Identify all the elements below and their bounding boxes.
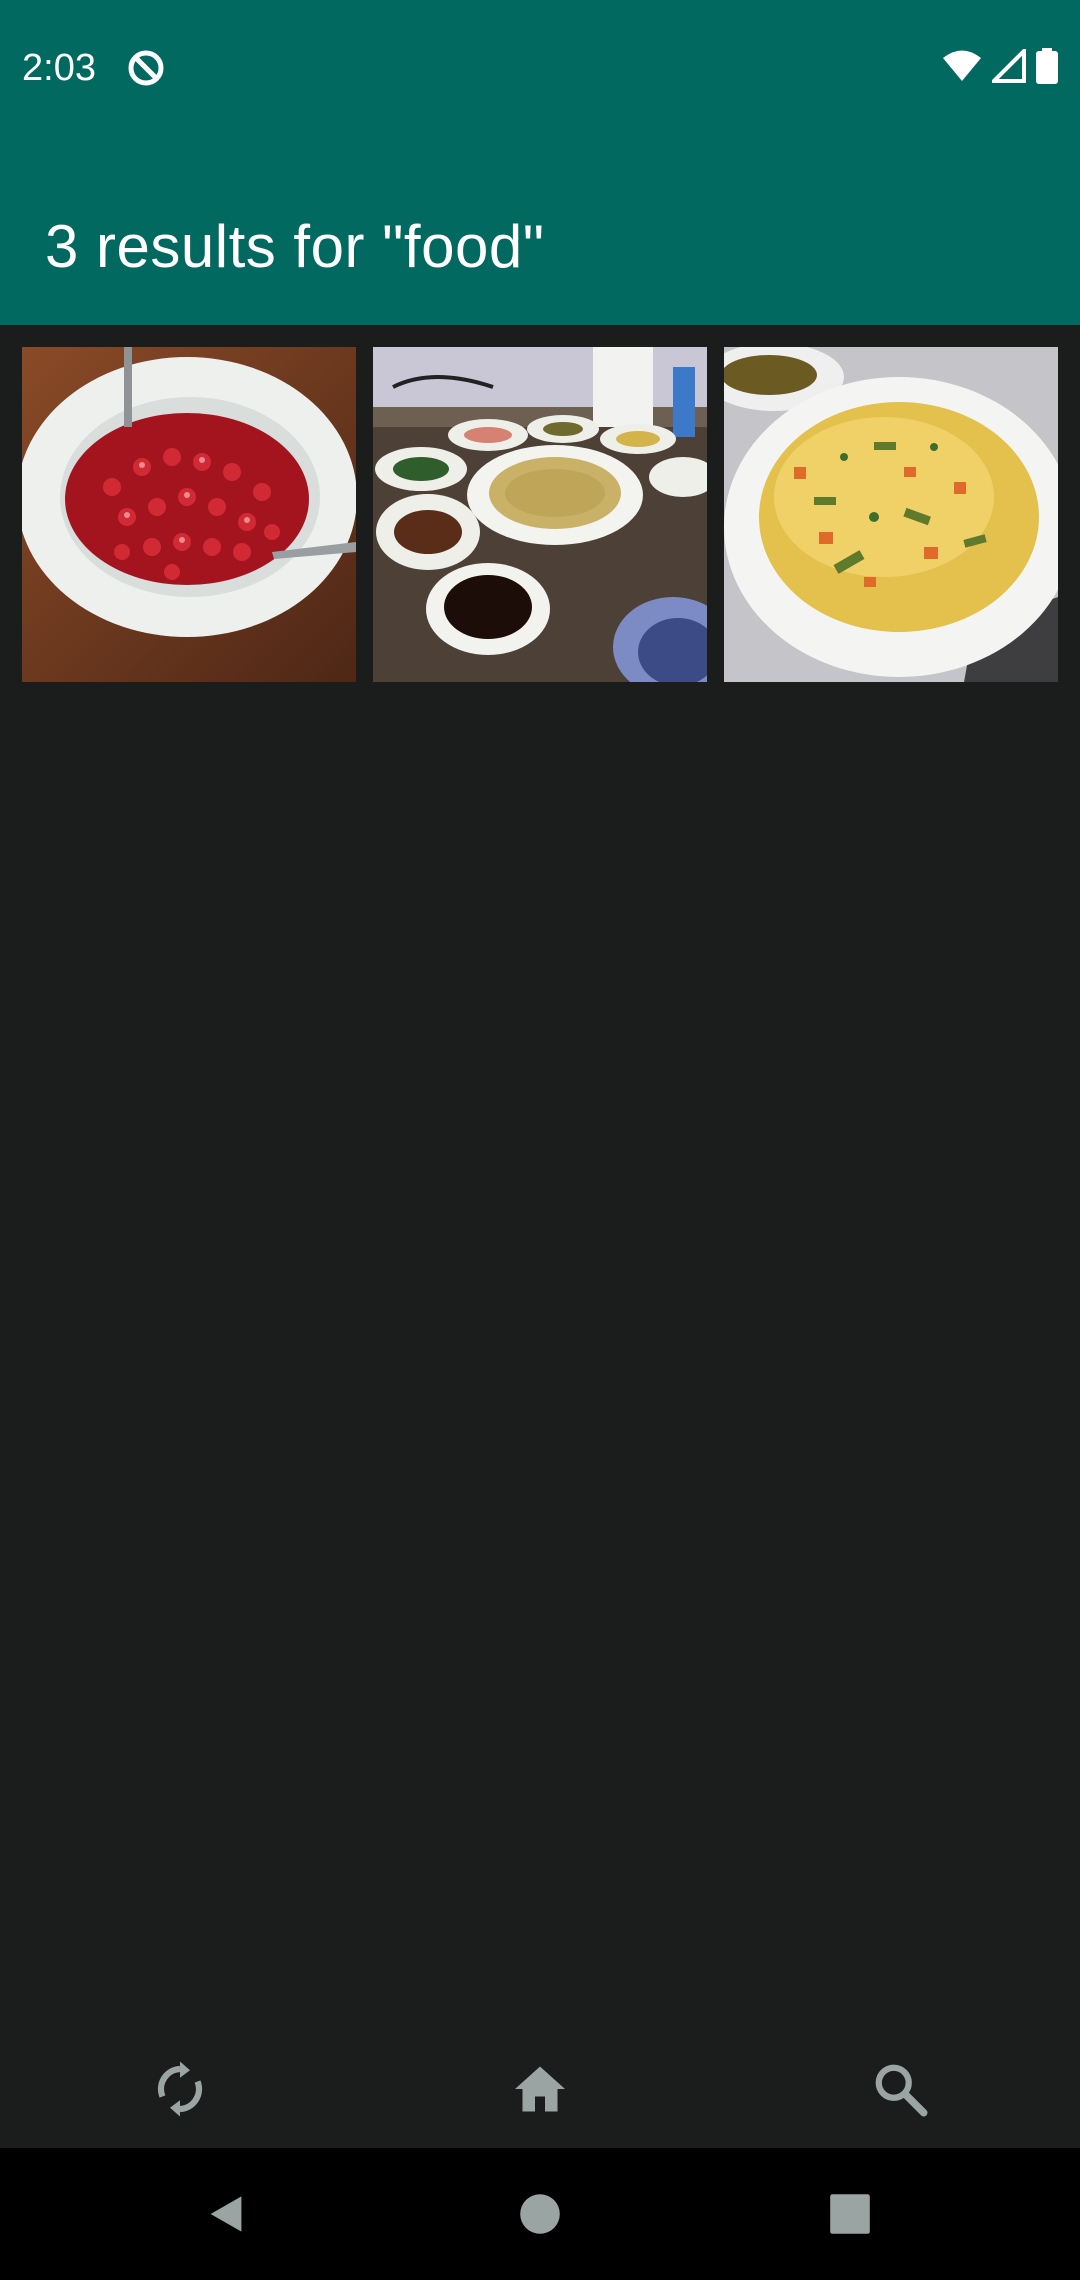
result-photo-pomegranate[interactable]	[22, 347, 356, 682]
home-icon	[515, 2066, 565, 2112]
system-navigation-bar	[0, 2148, 1080, 2280]
wifi-icon	[942, 49, 982, 88]
recents-icon	[830, 2194, 870, 2234]
app-bar: 2:03 3 results for "food"	[0, 0, 1080, 325]
result-photo-side-dishes[interactable]	[373, 347, 707, 682]
home-system-button[interactable]	[510, 2184, 570, 2244]
sync-button[interactable]	[0, 2030, 360, 2148]
recents-button[interactable]	[820, 2184, 880, 2244]
results-grid	[22, 347, 1058, 682]
search-icon	[875, 2064, 928, 2117]
search-button[interactable]	[720, 2030, 1080, 2148]
bottom-navigation	[0, 2030, 1080, 2148]
home-circle-icon	[520, 2194, 560, 2234]
result-photo-vegetable-rice[interactable]	[724, 347, 1058, 682]
do-not-disturb-icon	[126, 48, 166, 88]
status-icons	[942, 45, 1058, 89]
sync-icon	[157, 2061, 203, 2117]
back-icon	[210, 2196, 242, 2232]
cellular-signal-icon	[989, 45, 1026, 88]
back-button[interactable]	[196, 2184, 256, 2244]
page-title: 3 results for "food"	[45, 213, 545, 280]
status-time: 2:03	[22, 47, 96, 89]
battery-icon	[1036, 47, 1058, 89]
home-button[interactable]	[360, 2030, 720, 2148]
